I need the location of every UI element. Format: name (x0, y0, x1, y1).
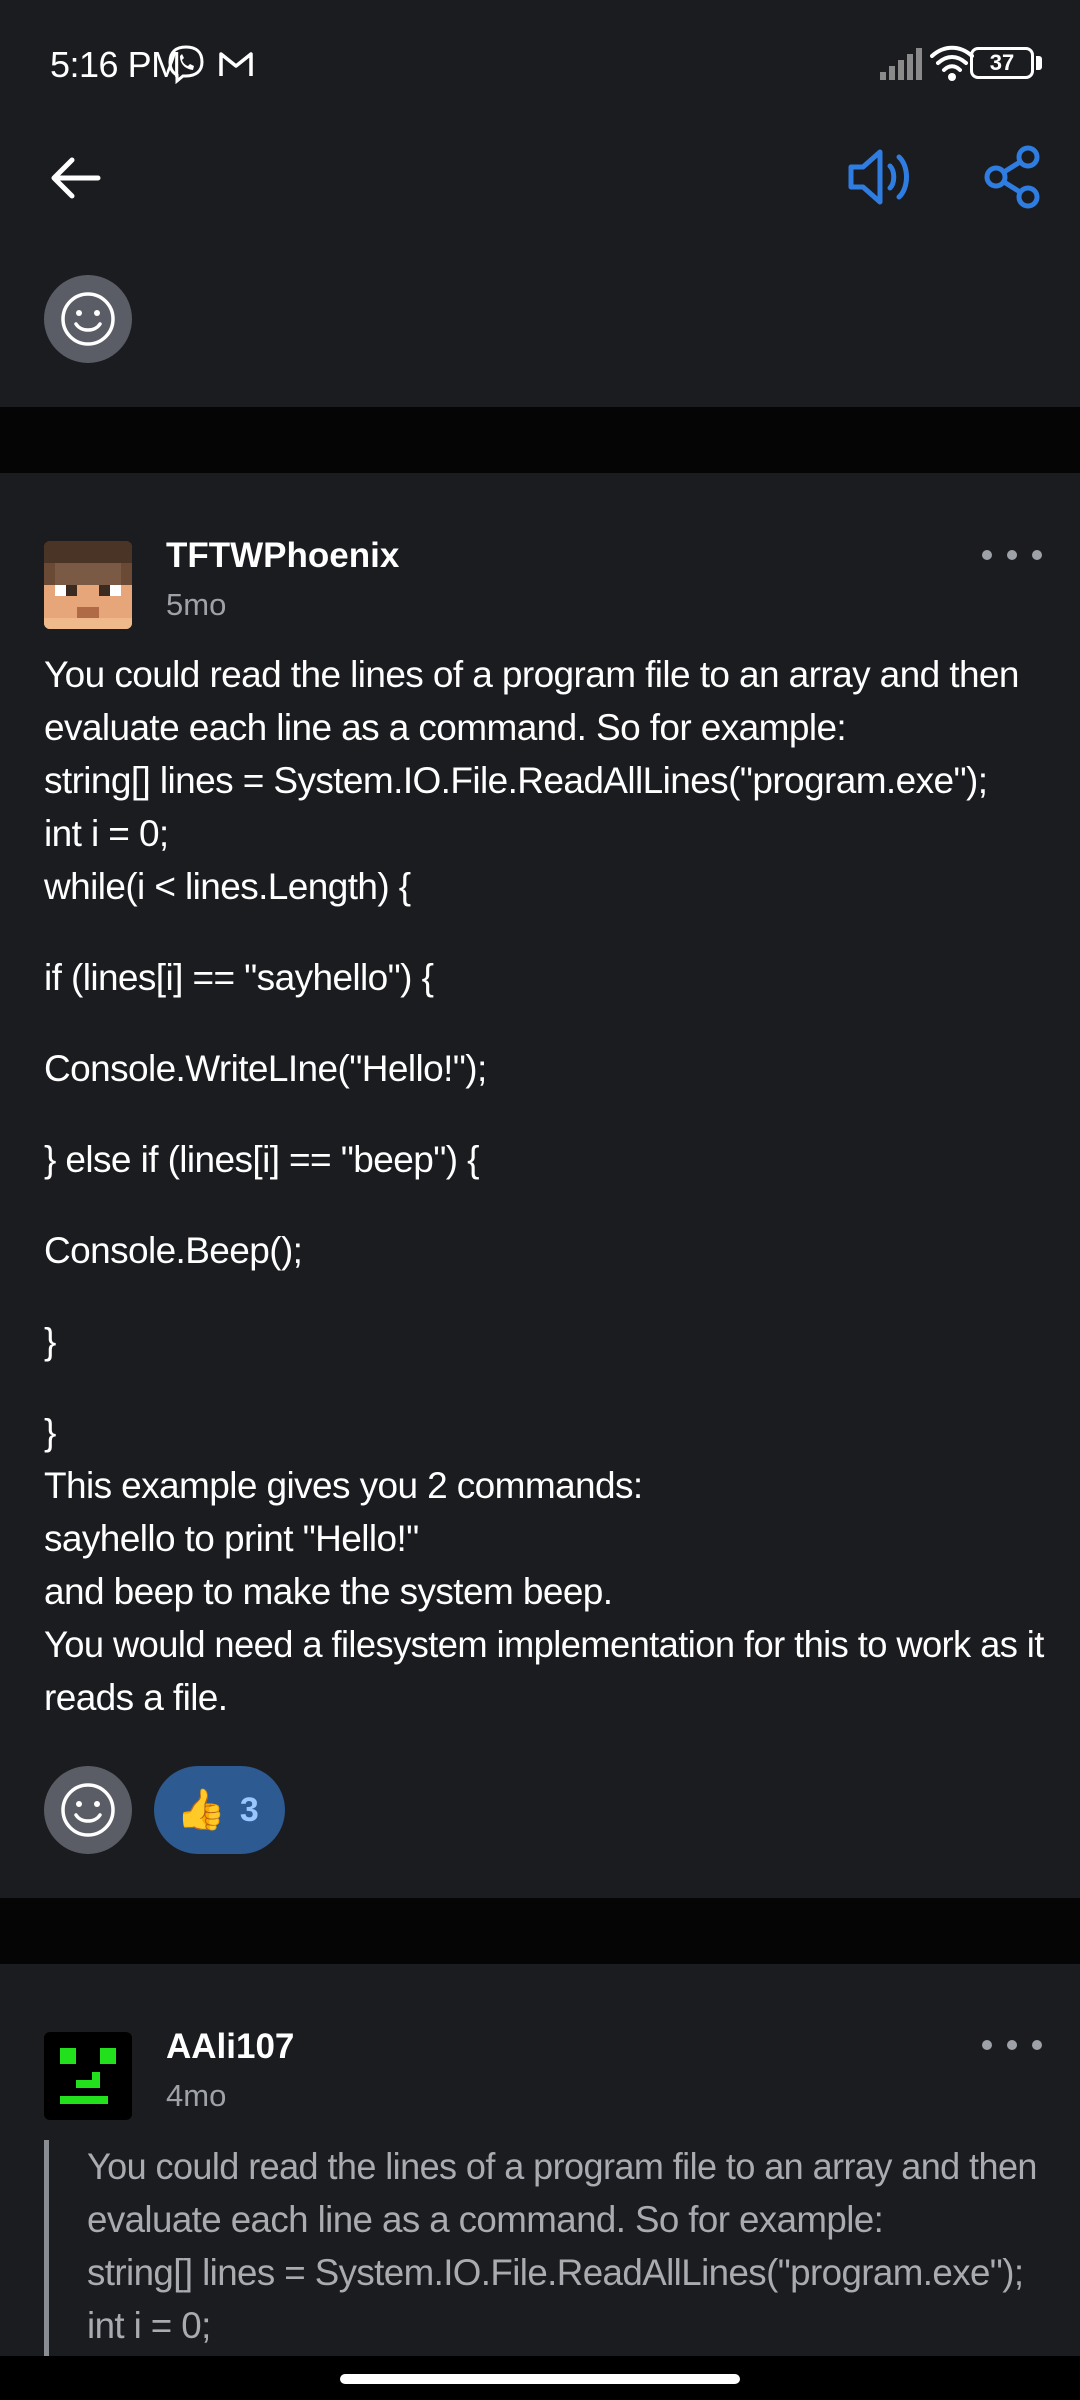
text-line: You could read the lines of a program fi… (44, 654, 1019, 695)
comment-username[interactable]: AAli107 (166, 2027, 294, 2067)
battery-nub (1036, 56, 1042, 70)
dot (1007, 550, 1017, 560)
text-line: if (lines[i] == "sayhello") { (44, 957, 434, 998)
text-line: evaluate each line as a command. So for … (44, 707, 847, 748)
speaker-button[interactable] (846, 144, 916, 210)
dot (982, 550, 992, 560)
section-divider (0, 407, 1080, 473)
arrow-left-icon (51, 157, 101, 199)
text-line (44, 1186, 1044, 1224)
status-time: 5:16 PM (50, 44, 181, 85)
more-options-button[interactable] (982, 2030, 1042, 2060)
reaction-count: 3 (239, 1790, 259, 1829)
text-line: Console.Beep(); (44, 1230, 303, 1271)
comment-time: 4mo (166, 2078, 227, 2113)
top-toolbar (0, 128, 1080, 228)
back-button[interactable] (46, 150, 106, 206)
thumbs-up-icon: 👍 (176, 1788, 226, 1832)
quoted-text: You could read the lines of a program fi… (44, 2140, 1044, 2356)
share-icon (984, 145, 1040, 209)
text-line: You would need a filesystem implementati… (44, 1624, 1044, 1665)
dot (982, 2040, 992, 2050)
share-button[interactable] (982, 144, 1042, 210)
reaction-row: 👍 3 (44, 1766, 285, 1854)
speaker-icon (848, 149, 909, 205)
comment-time: 5mo (166, 587, 227, 622)
add-reaction-button[interactable] (44, 1766, 132, 1854)
text-line: sayhello to print "Hello!" (44, 1518, 419, 1559)
text-line: This example gives you 2 commands: (44, 1465, 643, 1506)
status-bar: 5:16 PM 37 (0, 0, 1080, 128)
home-indicator[interactable] (340, 2374, 740, 2384)
thumbs-up-reaction[interactable]: 👍 3 (154, 1766, 285, 1854)
text-line (44, 1095, 1044, 1133)
smiley-icon (61, 1783, 115, 1837)
viber-icon (168, 45, 204, 84)
dot (1032, 550, 1042, 560)
battery-level: 37 (989, 50, 1015, 75)
wifi-icon (930, 45, 974, 81)
text-line (44, 1004, 1044, 1042)
more-options-button[interactable] (982, 540, 1042, 570)
text-line: You could read the lines of a program fi… (87, 2146, 1037, 2187)
smiley-icon (61, 292, 115, 346)
text-line: while(i < lines.Length) { (44, 866, 411, 907)
text-line: } (44, 1321, 56, 1362)
section-divider (0, 1898, 1080, 1964)
text-line: string[] lines = System.IO.File.ReadAllL… (44, 760, 988, 801)
text-line: Console.WriteLIne("Hello!"); (44, 1048, 487, 1089)
text-line (44, 1277, 1044, 1315)
avatar[interactable] (44, 541, 132, 629)
signal-icon (880, 48, 922, 80)
text-line: int i = 0; (44, 813, 169, 854)
text-line: string[] lines = System.IO.File.ReadAllL… (87, 2252, 1024, 2293)
avatar[interactable] (44, 2032, 132, 2120)
dot (1032, 2040, 1042, 2050)
text-line: and beep to make the system beep. (44, 1571, 613, 1612)
comment-username[interactable]: TFTWPhoenix (166, 536, 399, 576)
add-reaction-button[interactable] (44, 275, 132, 363)
text-line: } (44, 1412, 56, 1453)
text-line: evaluate each line as a command. So for … (87, 2199, 884, 2240)
text-line: int i = 0; (87, 2305, 211, 2346)
dot (1007, 2040, 1017, 2050)
comment-body: You could read the lines of a program fi… (44, 648, 1044, 1724)
gmail-icon (219, 52, 253, 76)
battery-icon: 37 (970, 47, 1034, 79)
text-line (44, 913, 1044, 951)
text-line (44, 1368, 1044, 1406)
text-line: reads a file. (44, 1677, 228, 1718)
text-line: } else if (lines[i] == "beep") { (44, 1139, 479, 1180)
